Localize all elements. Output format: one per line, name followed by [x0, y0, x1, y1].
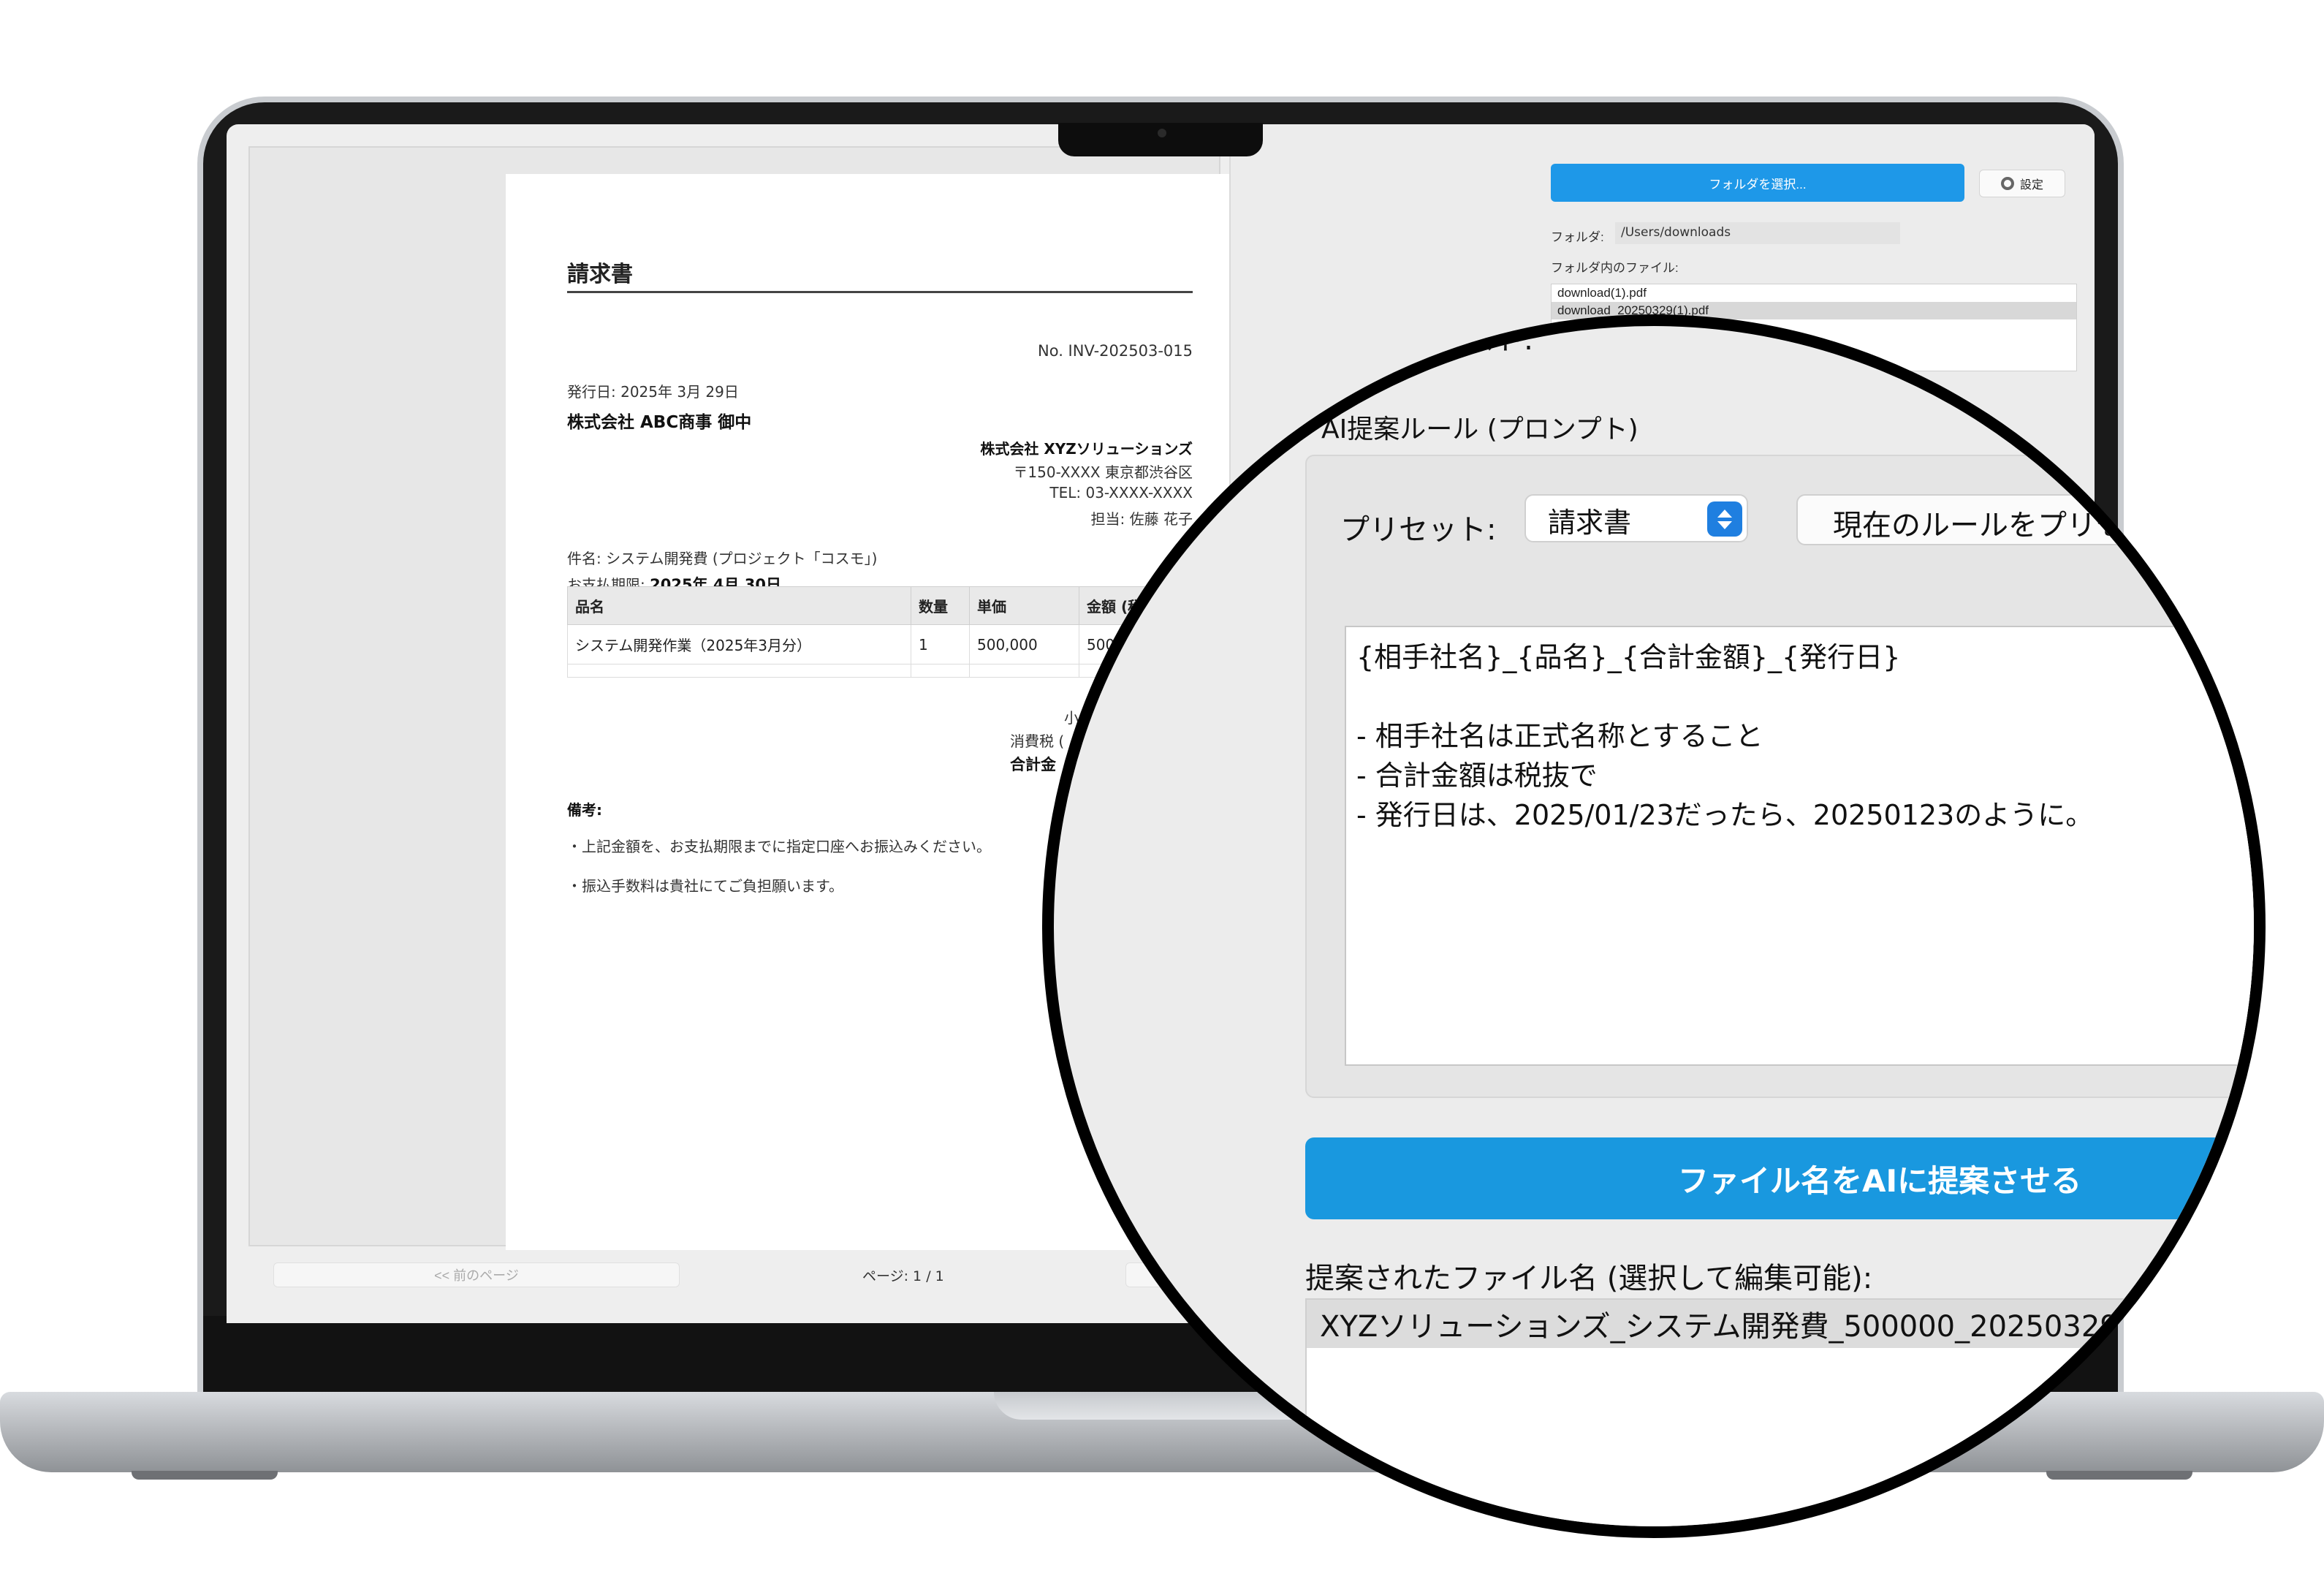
preset-select[interactable]: 請求書: [1524, 494, 1748, 542]
settings-label: 設定: [2019, 178, 2043, 192]
suggested-list[interactable]: XYZソリューションズ_システム開発費_500000_20250329: [1305, 1298, 2254, 1526]
issue-date: 発行日: 2025年 3月 29日: [567, 383, 739, 401]
folder-path: /Users/downloads: [1615, 222, 1900, 244]
note-1: ・上記金額を、お支払期限までに指定口座へお振込みください。: [567, 838, 991, 855]
preset-label: プリセット:: [1340, 513, 1497, 547]
notes-label: 備考:: [567, 801, 602, 819]
cell-item: システム開発作業（2025年3月分）: [567, 624, 911, 664]
preset-value: 請求書: [1548, 507, 1632, 539]
magnifier-content: キスト: AI提案ルール (プロンプト) プリセット: 請求書 現在のルールをプ…: [1054, 326, 2254, 1526]
settings-button[interactable]: 設定: [1979, 170, 2065, 197]
page-indicator: ページ: 1 / 1: [862, 1268, 944, 1284]
select-folder-button[interactable]: フォルダを選択...: [1551, 164, 1964, 202]
camera-icon: [1158, 129, 1166, 137]
rule-textarea[interactable]: {相手社名}_{品名}_{合計金額}_{発行日} - 相手社名は正式名称とするこ…: [1345, 626, 2254, 1066]
col-qty: 数量: [911, 586, 970, 625]
laptop-foot-left: [132, 1471, 278, 1480]
chevron-up-down-icon: [1707, 501, 1742, 537]
cell-qty: 1: [911, 624, 970, 664]
total-label: 合計金: [1010, 756, 1056, 773]
recipient: 株式会社 ABC商事 御中: [567, 413, 752, 432]
files-label: フォルダ内のファイル:: [1551, 261, 1679, 275]
invoice-title: 請求書: [567, 262, 633, 287]
list-item[interactable]: download(1).pdf: [1552, 284, 2076, 302]
magnifier-circle: キスト: AI提案ルール (プロンプト) プリセット: 請求書 現在のルールをプ…: [1042, 314, 2266, 1538]
list-item[interactable]: XYZソリューションズ_システム開発費_500000_20250329: [1307, 1300, 2254, 1348]
rule-label: AI提案ルール (プロンプト): [1321, 414, 1638, 444]
stage: 請求書 No. INV-202503-015 発行日: 2025年 3月 29日…: [0, 0, 2324, 1579]
save-preset-button[interactable]: 現在のルールをプリセ: [1796, 494, 2206, 545]
col-item: 品名: [567, 586, 911, 625]
prev-page-button[interactable]: << 前のページ: [273, 1262, 680, 1287]
suggest-filename-button[interactable]: ファイル名をAIに提案させる: [1305, 1137, 2254, 1219]
suggested-label: 提案されたファイル名 (選択して編集可能):: [1305, 1262, 1873, 1295]
folder-label: フォルダ:: [1551, 230, 1604, 244]
screen-notch: [1058, 123, 1263, 156]
title-rule: [567, 291, 1193, 293]
gear-icon: [2000, 177, 2014, 190]
note-2: ・振込手数料は貴社にてご負担願います。: [567, 877, 843, 895]
invoice-subject: 件名: システム開発費 (プロジェクト「コスモ」): [567, 550, 878, 567]
